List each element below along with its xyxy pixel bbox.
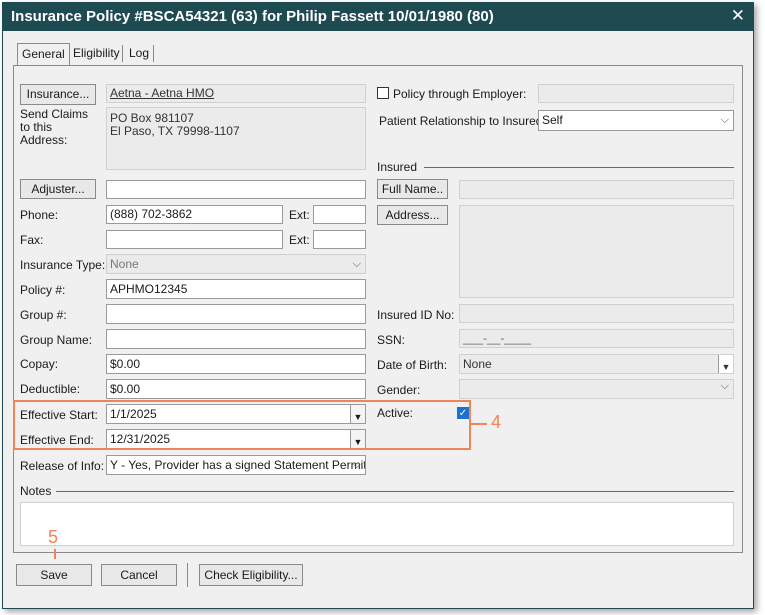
annotation-connector-5 (54, 549, 56, 559)
ssn-label: SSN: (377, 333, 406, 347)
insurance-type-select[interactable]: None ⌵ (106, 254, 366, 274)
relationship-label: Patient Relationship to Insured: (379, 114, 546, 128)
copay-label: Copay: (20, 357, 59, 371)
notes-divider (56, 491, 734, 492)
title-bar: Insurance Policy #BSCA54321 (63) for Phi… (3, 3, 753, 31)
annotation-connector-4 (471, 423, 487, 425)
group-number-field[interactable] (106, 304, 366, 324)
employer-checkbox[interactable] (377, 87, 389, 99)
general-panel: Insurance... Aetna - Aetna HMO Send Clai… (13, 65, 743, 553)
annotation-number-4: 4 (491, 412, 502, 432)
fax-label: Fax: (20, 233, 44, 247)
ssn-field[interactable]: ___-__-____ (459, 329, 734, 348)
tab-eligibility[interactable]: Eligibility (69, 43, 124, 63)
insured-section-title: Insured (377, 160, 418, 174)
full-name-button[interactable]: Full Name.. (377, 179, 448, 199)
insured-address-field[interactable] (459, 205, 734, 298)
address-button[interactable]: Address... (377, 205, 448, 225)
insured-divider (424, 167, 734, 168)
window-title: Insurance Policy #BSCA54321 (63) for Phi… (11, 8, 494, 25)
send-claims-label: Send Claims to this Address: (20, 107, 89, 147)
group-number-label: Group #: (20, 308, 67, 322)
phone-ext-label: Ext: (289, 208, 310, 222)
phone-ext-field[interactable] (313, 205, 366, 224)
footer-divider (187, 563, 188, 587)
insurance-type-label: Insurance Type: (20, 258, 106, 272)
close-icon[interactable]: ✕ (731, 6, 745, 26)
chevron-down-icon: ⌵ (352, 258, 361, 270)
annotation-number-5: 5 (48, 527, 59, 547)
notes-label: Notes (20, 484, 52, 498)
insured-name-field[interactable] (459, 180, 734, 199)
tab-divider (122, 45, 123, 62)
annotation-highlight-4 (13, 400, 471, 450)
group-name-label: Group Name: (20, 333, 93, 347)
insurance-policy-dialog: Insurance Policy #BSCA54321 (63) for Phi… (2, 2, 754, 609)
claims-address: PO Box 981107 El Paso, TX 79998-1107 (106, 107, 366, 170)
group-name-field[interactable] (106, 329, 366, 349)
release-of-info-select[interactable]: Y - Yes, Provider has a signed Statement… (106, 455, 366, 475)
gender-select[interactable]: ⌵ (459, 379, 734, 399)
phone-label: Phone: (20, 208, 59, 222)
adjuster-field[interactable] (106, 180, 366, 199)
insured-id-label: Insured ID No: (377, 308, 455, 322)
adjuster-button[interactable]: Adjuster... (20, 179, 96, 199)
fax-field[interactable] (106, 230, 283, 249)
phone-field[interactable]: (888) 702-3862 (106, 205, 283, 224)
dob-label: Date of Birth: (377, 358, 448, 372)
employer-field[interactable] (538, 84, 734, 103)
chevron-down-icon: ⌵ (720, 114, 729, 126)
employer-label: Policy through Employer: (393, 87, 527, 101)
notes-field[interactable] (20, 502, 734, 546)
tab-log[interactable]: Log (125, 43, 153, 63)
insurance-type-value: None (110, 257, 139, 271)
tab-divider (153, 45, 154, 62)
gender-label: Gender: (377, 383, 421, 397)
cancel-button[interactable]: Cancel (101, 564, 177, 586)
policy-label: Policy #: (20, 283, 66, 297)
insurance-button[interactable]: Insurance... (20, 84, 96, 105)
dob-value: None (463, 357, 492, 371)
policy-field[interactable]: APHMO12345 (106, 279, 366, 299)
release-of-info-value: Y - Yes, Provider has a signed Statement… (110, 458, 366, 472)
fax-ext-label: Ext: (289, 233, 310, 247)
tab-general[interactable]: General (17, 43, 70, 65)
fax-ext-field[interactable] (313, 230, 366, 249)
save-button[interactable]: Save (16, 564, 92, 586)
deductible-label: Deductible: (20, 382, 81, 396)
relationship-value: Self (542, 113, 563, 127)
check-eligibility-button[interactable]: Check Eligibility... (199, 564, 303, 586)
insured-id-field[interactable] (459, 304, 734, 323)
deductible-field[interactable]: $0.00 (106, 379, 366, 399)
copay-field[interactable]: $0.00 (106, 354, 366, 374)
dob-field[interactable]: None ▼ (459, 354, 734, 374)
relationship-select[interactable]: Self ⌵ (538, 110, 734, 131)
chevron-down-icon: ⌵ (720, 380, 729, 392)
release-of-info-label: Release of Info: (20, 459, 105, 473)
insurance-name[interactable]: Aetna - Aetna HMO (106, 84, 366, 103)
calendar-dropdown-icon[interactable]: ▼ (718, 355, 733, 373)
address-line-2: El Paso, TX 79998-1107 (110, 124, 240, 138)
chevron-down-icon: ⌵ (352, 459, 361, 471)
